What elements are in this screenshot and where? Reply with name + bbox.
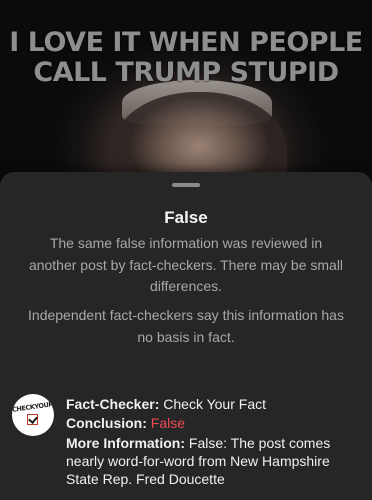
fact-checker-logo-text: CHECKYOURFACT (12, 397, 54, 414)
more-information-label: More Information: (66, 435, 185, 451)
meme-caption-line-1: I LOVE IT WHEN PEOPLE (9, 27, 363, 58)
fact-checker-logo: CHECKYOURFACT (12, 394, 54, 436)
conclusion-label: Conclusion: (66, 415, 147, 431)
screen: I LOVE IT WHEN PEOPLE CALL TRUMP STUPID … (0, 0, 372, 500)
sheet-title: False (164, 208, 208, 227)
fact-check-sheet: False The same false information was rev… (0, 172, 372, 500)
sheet-description-primary: The same false information was reviewed … (28, 235, 344, 294)
fact-checker-row: Fact-Checker: Check Your Fact (66, 395, 362, 413)
meme-caption-line-2: CALL TRUMP STUPID (33, 57, 339, 88)
fact-checker-label: Fact-Checker: (66, 396, 160, 412)
conclusion-row: Conclusion: False (66, 414, 362, 432)
checkbox-icon (27, 414, 38, 425)
post-image[interactable]: I LOVE IT WHEN PEOPLE CALL TRUMP STUPID (0, 0, 372, 200)
sheet-grabber-handle[interactable] (172, 183, 200, 187)
sheet-description-secondary: Independent fact-checkers say this infor… (28, 307, 344, 345)
more-information-row: More Information: False: The post comes … (66, 434, 362, 488)
fact-checker-name[interactable]: Check Your Fact (163, 396, 266, 412)
conclusion-value: False (150, 415, 186, 431)
